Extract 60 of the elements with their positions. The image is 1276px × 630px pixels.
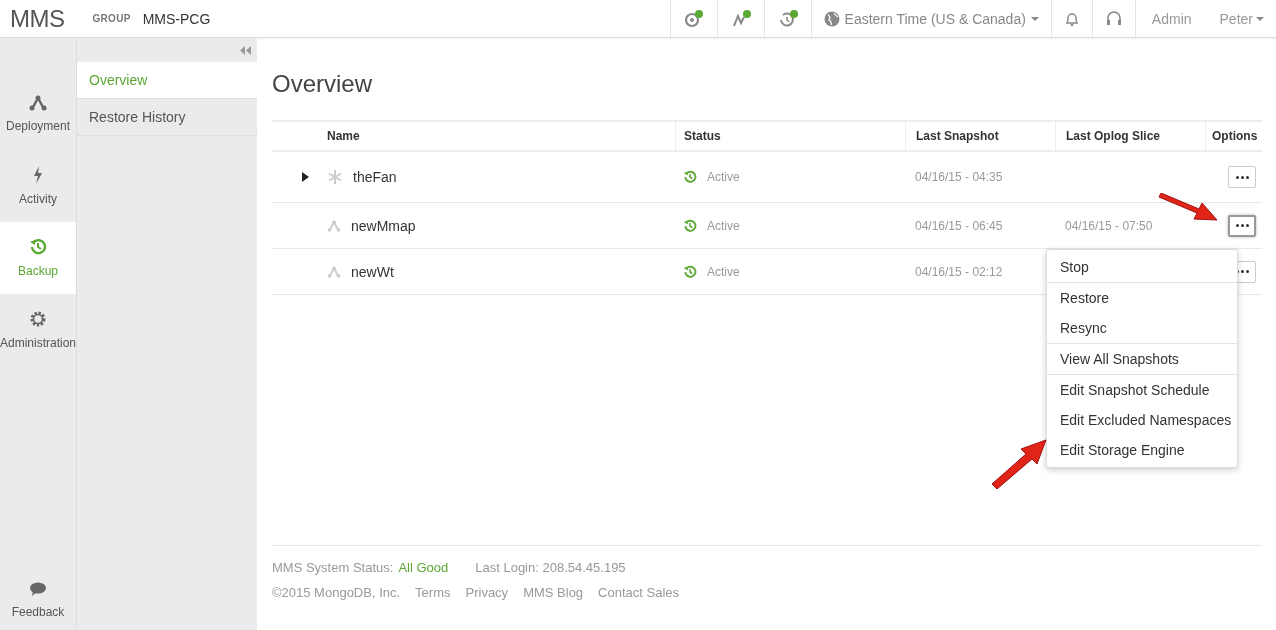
column-header: Last Oplog Slice xyxy=(1055,122,1205,150)
caret-icon xyxy=(1030,16,1039,21)
deployment-name: newWt xyxy=(351,263,394,280)
options-button[interactable] xyxy=(1228,214,1256,237)
bell-icon[interactable] xyxy=(1063,10,1080,27)
lightning-icon xyxy=(32,166,44,184)
agent-status-icon[interactable] xyxy=(682,8,705,29)
options-button[interactable] xyxy=(1228,166,1256,188)
replica-set-icon xyxy=(327,219,341,232)
nav-item[interactable]: Deployment xyxy=(0,78,76,150)
group-label: GROUP xyxy=(92,13,131,24)
table-cell: 04/16/15 - 04:35 xyxy=(915,170,1003,184)
snowflake-icon xyxy=(327,169,343,185)
system-status-label: MMS System Status: xyxy=(272,560,394,575)
column-header: Name xyxy=(327,128,361,145)
speech-bubble-icon xyxy=(29,581,47,597)
group-name[interactable]: MMS-PCG xyxy=(142,10,211,27)
gear-icon xyxy=(29,310,47,328)
menu-item[interactable]: Edit Excluded Namespaces xyxy=(1047,404,1237,435)
expand-icon[interactable] xyxy=(302,172,309,182)
table-cell: 04/16/15 - 02:12 xyxy=(915,264,1003,279)
deployment-name: theFan xyxy=(353,169,397,185)
status-text: Active xyxy=(707,264,740,279)
deployment-icon xyxy=(29,95,47,111)
history-icon xyxy=(29,238,47,256)
history-icon xyxy=(683,218,697,233)
collapse-icon[interactable] xyxy=(240,45,251,55)
status-text: Active xyxy=(707,170,740,184)
menu-item[interactable]: Resync xyxy=(1047,312,1237,343)
status-text: Active xyxy=(707,218,740,233)
deployment-name: newMmap xyxy=(351,217,416,234)
menu-item[interactable]: Stop xyxy=(1047,251,1237,282)
nav-item[interactable]: Administration xyxy=(0,294,76,366)
menu-item[interactable]: Restore xyxy=(1047,282,1237,313)
ellipsis-icon xyxy=(1235,175,1249,179)
menu-item[interactable]: View All Snapshots xyxy=(1047,343,1237,374)
ellipsis-icon xyxy=(1235,224,1249,227)
column-header: Status xyxy=(675,122,905,150)
headset-icon[interactable] xyxy=(1104,9,1123,28)
page-title: Overview xyxy=(272,70,374,98)
replica-set-icon xyxy=(327,265,341,278)
menu-item[interactable]: Edit Storage Engine xyxy=(1047,434,1237,465)
copyright-text: ©2015 MongoDB, Inc. xyxy=(272,585,401,600)
table-cell: 04/16/15 - 06:45 xyxy=(915,218,1003,233)
history-icon xyxy=(683,264,697,279)
history-icon xyxy=(683,170,697,184)
column-header: Options xyxy=(1205,122,1262,150)
table-cell: 04/16/15 - 07:50 xyxy=(1065,218,1153,233)
annotation-arrow xyxy=(990,438,1048,490)
ellipsis-icon xyxy=(1235,270,1249,273)
menu-item[interactable]: Edit Snapshot Schedule xyxy=(1047,374,1237,405)
timezone-dropdown[interactable]: Eastern Time (US & Canada) xyxy=(810,0,1051,37)
feedback-button[interactable]: Feedback xyxy=(0,570,76,630)
subnav-item[interactable]: Restore History xyxy=(77,99,257,136)
caret-icon xyxy=(1256,16,1264,21)
app-logo[interactable]: MMS xyxy=(10,4,65,33)
globe-icon xyxy=(823,10,840,27)
nav-item[interactable]: Activity xyxy=(0,150,76,222)
column-header: Last Snapshot xyxy=(905,122,1055,150)
last-login-text: Last Login: 208.54.45.195 xyxy=(475,560,626,575)
